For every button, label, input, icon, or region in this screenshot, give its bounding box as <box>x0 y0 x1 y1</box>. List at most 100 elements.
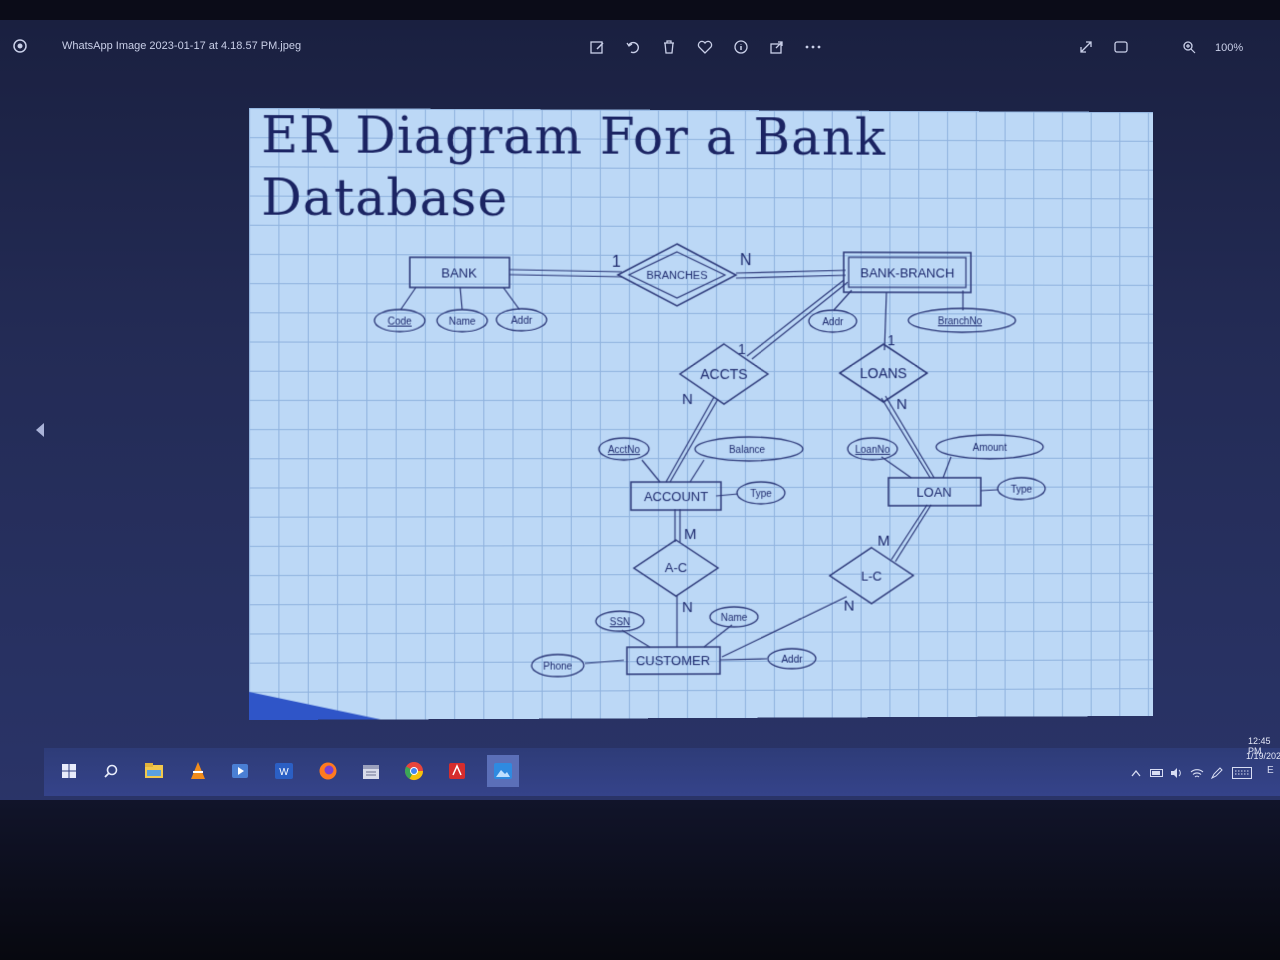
attribute-bank-addr-label: Addr <box>511 316 533 327</box>
pen-icon[interactable] <box>1209 762 1225 784</box>
er-diagram: BANK BANK-BRANCH ACCOUNT LOAN CUSTOMER B… <box>249 108 1153 720</box>
expand-icon[interactable] <box>1075 36 1097 58</box>
delete-icon[interactable] <box>658 36 680 58</box>
chevron-up-icon[interactable] <box>1129 762 1143 784</box>
relationship-accts-label: ACCTS <box>700 366 747 382</box>
attribute-acct-no-label: AcctNo <box>608 445 641 456</box>
cardinality-accts-branch: 1 <box>738 341 746 357</box>
attribute-acct-type-label: Type <box>750 489 772 500</box>
cardinality-branches-bank: 1 <box>612 253 621 271</box>
attribute-customer-addr-label: Addr <box>781 655 803 666</box>
cardinality-lc-customer: N <box>844 598 855 615</box>
info-icon[interactable] <box>730 36 752 58</box>
photos-app-icon <box>13 39 27 53</box>
relationship-l-c: L-C <box>830 548 914 604</box>
relationship-loans: LOANS <box>840 344 928 402</box>
attribute-bank-addr: Addr <box>496 309 546 331</box>
relationship-accts: ACCTS <box>680 344 768 404</box>
vlc-icon[interactable] <box>187 760 209 782</box>
attribute-acct-no: AcctNo <box>599 438 649 460</box>
input-language[interactable]: E <box>1267 765 1274 776</box>
edit-image-icon[interactable] <box>586 36 608 58</box>
relationship-l-c-label: L-C <box>861 569 882 584</box>
entity-bank: BANK <box>410 257 510 287</box>
entity-bank-branch: BANK-BRANCH <box>844 252 971 292</box>
er-connector-lines <box>401 269 999 664</box>
attribute-loan-no: LoanNo <box>848 438 898 460</box>
cardinality-lc-loan: M <box>878 533 890 550</box>
cardinality-accts-account: N <box>682 391 693 408</box>
zoom-in-icon[interactable] <box>1178 36 1200 58</box>
relationship-loans-label: LOANS <box>860 365 907 381</box>
entity-customer: CUSTOMER <box>627 647 720 674</box>
monitor-bezel <box>0 800 1280 960</box>
attribute-branch-no: BranchNo <box>908 308 1015 332</box>
image-canvas: ER Diagram For a Bank Database BANK BANK… <box>249 108 1153 720</box>
attribute-balance-label: Balance <box>729 445 765 456</box>
attribute-balance: Balance <box>695 437 803 461</box>
acrobat-icon[interactable] <box>446 760 468 782</box>
word-icon[interactable]: W <box>273 760 295 782</box>
media-player-icon[interactable] <box>229 760 251 782</box>
relationship-a-c-label: A-C <box>665 560 687 575</box>
cardinality-ac-customer: N <box>682 599 693 616</box>
search-icon[interactable] <box>100 760 122 782</box>
attribute-customer-name-label: Name <box>721 613 748 624</box>
zoom-level: 100% <box>1215 42 1243 54</box>
photos-icon[interactable] <box>487 755 519 787</box>
attribute-ssn-label: SSN <box>610 617 631 628</box>
entity-bank-label: BANK <box>441 265 477 280</box>
attribute-bank-code: Code <box>374 309 424 331</box>
entity-account: ACCOUNT <box>631 482 721 510</box>
attribute-amount-label: Amount <box>973 443 1007 454</box>
wifi-icon[interactable] <box>1189 762 1205 784</box>
cardinality-loans-branch: 1 <box>887 332 895 348</box>
attribute-customer-name: Name <box>710 607 758 627</box>
attribute-phone-label: Phone <box>543 662 572 673</box>
taskbar: W E <box>44 748 1280 796</box>
entity-bank-branch-label: BANK-BRANCH <box>860 265 954 280</box>
attribute-amount: Amount <box>936 435 1043 459</box>
more-icon[interactable] <box>802 36 824 58</box>
attribute-customer-addr: Addr <box>768 649 816 669</box>
cardinality-ac-account: M <box>684 526 696 543</box>
attribute-phone: Phone <box>532 654 584 676</box>
attribute-branch-addr-label: Addr <box>822 317 844 328</box>
relationship-branches-label: BRANCHES <box>646 270 707 282</box>
attribute-loan-type-label: Type <box>1011 485 1033 496</box>
attribute-bank-code-label: Code <box>388 317 413 328</box>
entity-loan: LOAN <box>888 478 980 506</box>
windows-start-icon[interactable] <box>58 760 80 782</box>
attribute-acct-type: Type <box>737 482 785 504</box>
battery-icon[interactable] <box>1149 762 1165 784</box>
attribute-loan-no-label: LoanNo <box>855 445 890 456</box>
slide-corner-decoration <box>249 691 380 720</box>
entity-loan-label: LOAN <box>917 485 952 500</box>
entity-customer-label: CUSTOMER <box>636 653 710 668</box>
chrome-icon[interactable] <box>403 760 425 782</box>
calendar-icon[interactable] <box>360 760 382 782</box>
attribute-bank-name: Name <box>437 310 487 332</box>
clock-date[interactable]: 1/19/2023 <box>1246 751 1280 761</box>
file-title: WhatsApp Image 2023-01-17 at 4.18.57 PM.… <box>62 40 301 52</box>
cardinality-loans-loan: N <box>896 396 907 413</box>
previous-image-arrow-icon[interactable] <box>30 418 50 442</box>
firefox-icon[interactable] <box>317 760 339 782</box>
keyboard-icon[interactable] <box>1231 762 1253 784</box>
relationship-a-c: A-C <box>634 540 718 596</box>
cardinality-branches-branch: N <box>740 251 752 269</box>
entity-account-label: ACCOUNT <box>644 489 708 504</box>
share-icon[interactable] <box>766 36 788 58</box>
relationship-branches: BRANCHES <box>618 244 736 306</box>
attribute-branch-addr: Addr <box>809 310 857 332</box>
attribute-bank-name-label: Name <box>449 317 476 328</box>
attribute-loan-type: Type <box>998 478 1046 500</box>
favorite-icon[interactable] <box>694 36 716 58</box>
attribute-branch-no-label: BranchNo <box>938 316 982 327</box>
file-explorer-icon[interactable] <box>143 760 165 782</box>
svg-text:W: W <box>279 767 289 778</box>
fit-screen-icon[interactable] <box>1110 36 1132 58</box>
rotate-icon[interactable] <box>622 36 644 58</box>
photos-title-bar: WhatsApp Image 2023-01-17 at 4.18.57 PM.… <box>0 26 1280 66</box>
volume-icon[interactable] <box>1169 762 1185 784</box>
